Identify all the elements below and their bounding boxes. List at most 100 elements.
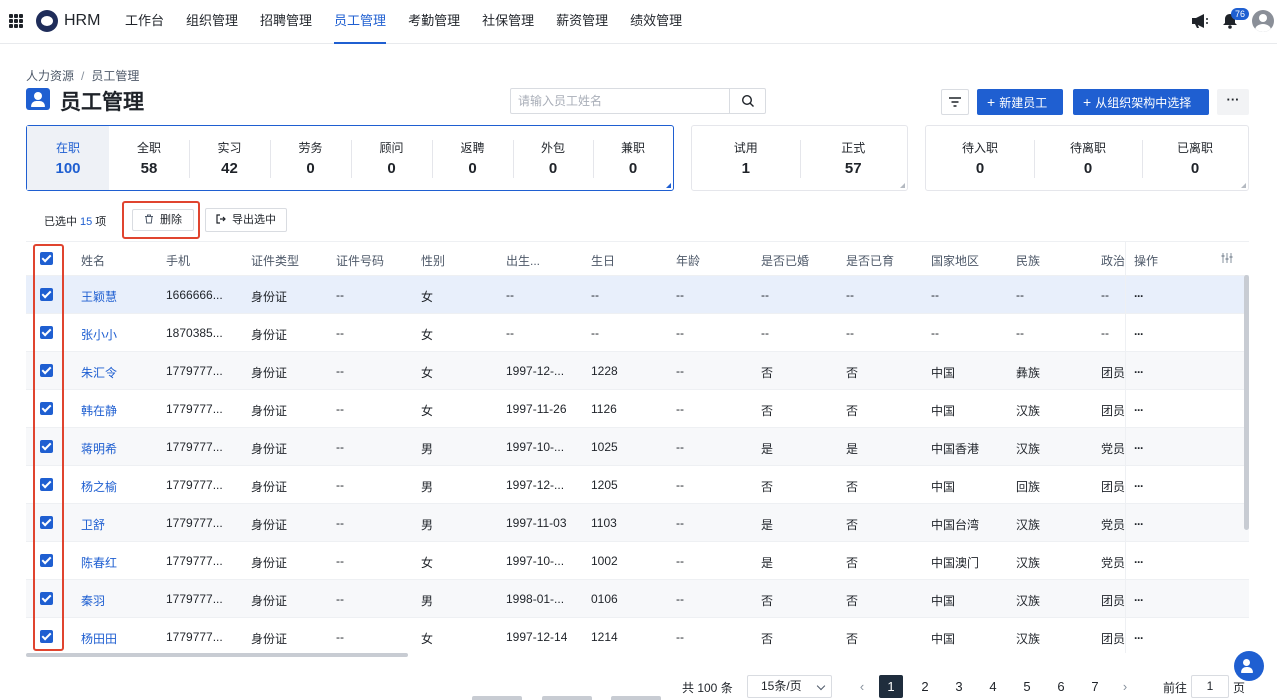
stat-probation[interactable]: 试用 1 <box>692 126 800 190</box>
page-button-1[interactable]: 1 <box>879 675 903 698</box>
cell-id-number: -- <box>336 630 344 644</box>
employee-name-link[interactable]: 杨田田 <box>81 630 117 647</box>
nav-item-workbench[interactable]: 工作台 <box>125 0 164 44</box>
breadcrumb-item-hr[interactable]: 人力资源 <box>26 69 74 83</box>
table-row[interactable]: 朱汇令 1779777... 身份证 -- 女 1997-12-... 1228… <box>26 352 1249 390</box>
bottom-tab-stub[interactable] <box>542 696 592 700</box>
table-row[interactable]: 韩在静 1779777... 身份证 -- 女 1997-11-26 1126 … <box>26 390 1249 428</box>
table-row[interactable]: 王颖慧 1666666... 身份证 -- 女 -- -- -- -- -- -… <box>26 276 1249 314</box>
bottom-tab-stub[interactable] <box>472 696 522 700</box>
cell-married: -- <box>761 326 769 340</box>
table-row[interactable]: 蒋明希 1779777... 身份证 -- 男 1997-10-... 1025… <box>26 428 1249 466</box>
more-actions-button[interactable]: ··· <box>1217 89 1249 115</box>
prev-page-button[interactable]: ‹ <box>850 675 874 698</box>
col-header-political[interactable]: 政治 <box>1101 252 1125 269</box>
stat-outsourced[interactable]: 外包 0 <box>513 126 593 190</box>
stat-left[interactable]: 已离职 0 <box>1142 126 1248 190</box>
employee-name-link[interactable]: 张小小 <box>81 326 117 343</box>
app-grid-icon[interactable] <box>9 14 23 28</box>
export-selected-button[interactable]: 导出选中 <box>205 208 287 232</box>
page-button-6[interactable]: 6 <box>1049 675 1073 698</box>
select-from-org-button[interactable]: + 从组织架构中选择 <box>1073 89 1209 115</box>
employee-name-link[interactable]: 韩在静 <box>81 402 117 419</box>
employee-name-link[interactable]: 王颖慧 <box>81 288 117 305</box>
stat-rehire[interactable]: 返聘 0 <box>432 126 513 190</box>
stat-pending-onboard[interactable]: 待入职 0 <box>926 126 1034 190</box>
table-row[interactable]: 秦羽 1779777... 身份证 -- 男 1998-01-... 0106 … <box>26 580 1249 618</box>
nav-item-recruit[interactable]: 招聘管理 <box>260 0 312 44</box>
col-header-id-type[interactable]: 证件类型 <box>251 252 299 269</box>
cell-birth-date: -- <box>506 326 514 340</box>
next-page-button[interactable]: › <box>1113 675 1137 698</box>
employee-name-link[interactable]: 陈春红 <box>81 554 117 571</box>
contacts-fab-button[interactable] <box>1234 651 1264 681</box>
table-row[interactable]: 卫舒 1779777... 身份证 -- 男 1997-11-03 1103 -… <box>26 504 1249 542</box>
col-header-country[interactable]: 国家地区 <box>931 252 979 269</box>
page-button-3[interactable]: 3 <box>947 675 971 698</box>
user-avatar[interactable] <box>1252 10 1274 32</box>
employee-name-link[interactable]: 杨之榆 <box>81 478 117 495</box>
nav-item-social-security[interactable]: 社保管理 <box>482 0 534 44</box>
goto-page-input[interactable]: 1 <box>1191 675 1229 698</box>
nav-item-performance[interactable]: 绩效管理 <box>630 0 682 44</box>
stat-labor[interactable]: 劳务 0 <box>270 126 351 190</box>
employee-name-link[interactable]: 蒋明希 <box>81 440 117 457</box>
employee-name-link[interactable]: 卫舒 <box>81 516 105 533</box>
col-header-married[interactable]: 是否已婚 <box>761 252 809 269</box>
cell-id-type: 身份证 <box>251 594 288 608</box>
col-header-phone[interactable]: 手机 <box>166 252 190 269</box>
employee-name-link[interactable]: 秦羽 <box>81 592 105 609</box>
page-button-5[interactable]: 5 <box>1015 675 1039 698</box>
stat-full-time[interactable]: 全职 58 <box>109 126 189 190</box>
cell-age: -- <box>676 326 684 340</box>
page-size-select[interactable]: 15条/页 <box>747 675 832 698</box>
nav-item-attendance[interactable]: 考勤管理 <box>408 0 460 44</box>
stat-pending-leave[interactable]: 待离职 0 <box>1034 126 1142 190</box>
col-header-id-number[interactable]: 证件号码 <box>336 252 384 269</box>
col-header-ethnicity[interactable]: 民族 <box>1016 252 1040 269</box>
table-row[interactable]: 张小小 1870385... 身份证 -- 女 -- -- -- -- -- -… <box>26 314 1249 352</box>
cell-political: 团员 <box>1101 632 1125 646</box>
col-header-gender[interactable]: 性别 <box>421 252 445 269</box>
employee-name-link[interactable]: 朱汇令 <box>81 364 117 381</box>
search-icon <box>741 94 754 107</box>
megaphone-icon[interactable] <box>1191 13 1209 29</box>
cell-has-children: 是 <box>846 442 859 456</box>
cell-birth-date: 1998-01-... <box>506 592 565 606</box>
col-header-birth-date[interactable]: 出生... <box>506 252 540 269</box>
stat-on-job[interactable]: 在职 100 <box>27 126 109 190</box>
horizontal-scrollbar[interactable] <box>26 653 408 657</box>
col-header-name[interactable]: 姓名 <box>81 252 105 269</box>
new-employee-button[interactable]: + 新建员工 <box>977 89 1063 115</box>
cell-gender: 男 <box>421 594 434 608</box>
stat-consultant[interactable]: 顾问 0 <box>351 126 432 190</box>
employee-page-icon <box>26 88 50 110</box>
search-input[interactable] <box>511 89 729 113</box>
filter-button[interactable] <box>941 89 969 115</box>
cell-age: -- <box>676 630 684 644</box>
cell-country: 中国 <box>931 480 956 494</box>
col-header-birthday[interactable]: 生日 <box>591 252 615 269</box>
cell-age: -- <box>676 440 684 454</box>
chevron-down-icon <box>816 681 826 691</box>
stat-regular[interactable]: 正式 57 <box>799 126 908 190</box>
cell-gender: 男 <box>421 442 434 456</box>
table-row[interactable]: 陈春红 1779777... 身份证 -- 女 1997-10-... 1002… <box>26 542 1249 580</box>
stat-intern[interactable]: 实习 42 <box>189 126 270 190</box>
page-button-4[interactable]: 4 <box>981 675 1005 698</box>
table-row[interactable]: 杨之榆 1779777... 身份证 -- 男 1997-12-... 1205… <box>26 466 1249 504</box>
nav-item-org[interactable]: 组织管理 <box>186 0 238 44</box>
vertical-scrollbar[interactable] <box>1244 275 1249 530</box>
col-header-has-children[interactable]: 是否已育 <box>846 252 894 269</box>
search-button[interactable] <box>729 89 765 113</box>
stat-part-time[interactable]: 兼职 0 <box>593 126 673 190</box>
cell-age: -- <box>676 516 684 530</box>
table-row[interactable]: 杨田田 1779777... 身份证 -- 女 1997-12-14 1214 … <box>26 618 1249 653</box>
bottom-tab-stub[interactable] <box>611 696 661 700</box>
nav-item-employees[interactable]: 员工管理 <box>334 0 387 44</box>
col-header-age[interactable]: 年龄 <box>676 252 700 269</box>
nav-item-payroll[interactable]: 薪资管理 <box>556 0 608 44</box>
page-button-7[interactable]: 7 <box>1083 675 1107 698</box>
cell-gender: 女 <box>421 632 434 646</box>
page-button-2[interactable]: 2 <box>913 675 937 698</box>
